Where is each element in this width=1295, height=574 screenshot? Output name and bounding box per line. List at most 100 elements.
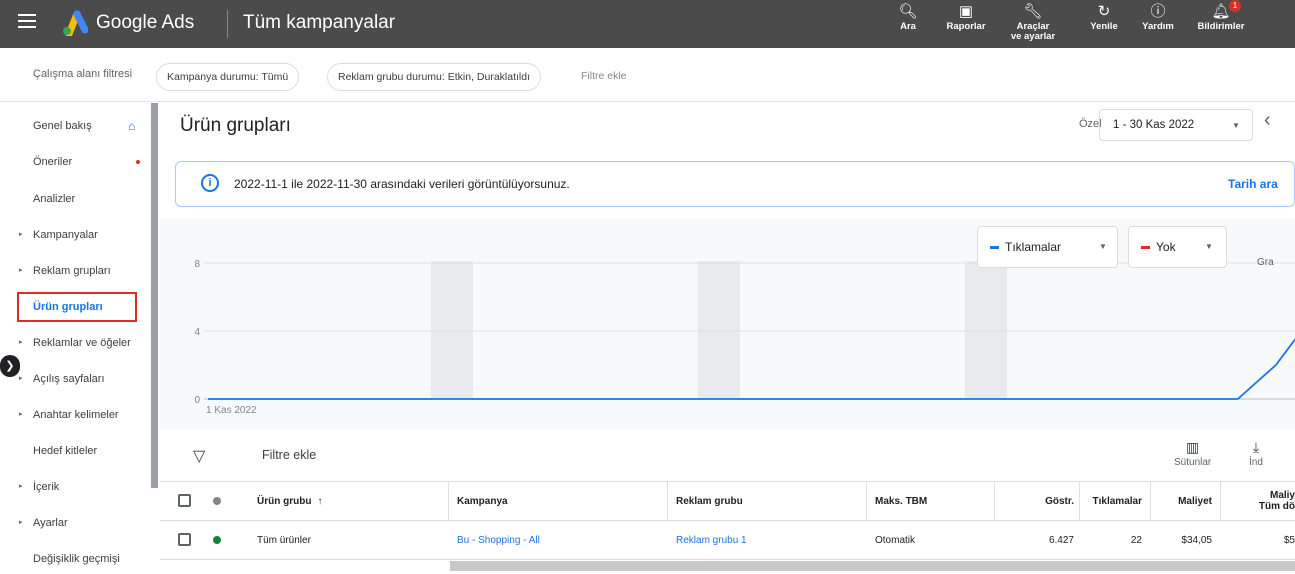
ad-group-status-chip[interactable]: Reklam grubu durumu: Etkin, Duraklatıldı xyxy=(327,63,541,91)
chart-side-label: Gra xyxy=(1257,257,1274,268)
column-header-campaign[interactable]: Kampanya xyxy=(457,482,657,520)
cell-max-cpc[interactable]: Otomatik xyxy=(875,522,985,559)
info-banner: i 2022-11-1 ile 2022-11-30 arasındaki ve… xyxy=(175,161,1295,207)
reports-icon: ▣ xyxy=(958,3,974,20)
row-checkbox[interactable] xyxy=(178,533,191,546)
cell-product-group: Tüm ürünler xyxy=(257,535,311,546)
column-header-impressions[interactable]: Göstr. xyxy=(1000,482,1074,520)
notification-badge: 1 xyxy=(1229,0,1241,12)
metric-select-none[interactable]: Yok ▼ xyxy=(1128,226,1227,268)
filter-icon[interactable]: ▽ xyxy=(193,446,205,466)
sidebar-item-keywords[interactable]: ▸ Anahtar kelimeler xyxy=(18,400,148,430)
table-header: Ürün grubu ↑ Kampanya Reklam grubu Maks.… xyxy=(160,481,1295,521)
status-dot xyxy=(213,497,221,505)
chevron-left-icon[interactable]: ‹ xyxy=(1264,109,1271,132)
top-bar: Google Ads Tüm kampanyalar 🔍︎ Ara ▣ Rapo… xyxy=(0,0,1295,48)
sidebar-item-settings[interactable]: ▸ Ayarlar xyxy=(18,508,148,538)
chevron-right-icon: ❯ xyxy=(5,360,15,372)
dropdown-arrow-icon: ▼ xyxy=(1205,242,1213,251)
add-filter-link[interactable]: Filtre ekle xyxy=(581,70,627,82)
column-header-cost[interactable]: Maliyet xyxy=(1153,482,1212,520)
bell-icon: 🔔︎ xyxy=(1211,3,1231,20)
caret-right-icon: ▸ xyxy=(19,411,23,418)
banner-message: 2022-11-1 ile 2022-11-30 arasındaki veri… xyxy=(234,177,570,191)
search-button[interactable]: 🔍︎ Ara xyxy=(897,2,919,32)
column-divider xyxy=(866,482,867,520)
column-divider xyxy=(667,482,668,520)
column-header-product-group[interactable]: Ürün grubu ↑ xyxy=(257,482,437,520)
workspace-filter-label: Çalışma alanı filtresi xyxy=(33,68,133,80)
header-title: Tüm kampanyalar xyxy=(243,12,396,33)
cell-cost: $34,05 xyxy=(1181,535,1212,546)
date-search-link[interactable]: Tarih ara xyxy=(1228,177,1278,191)
help-button[interactable]: ⓘ Yardım xyxy=(1138,2,1178,32)
table-horizontal-scrollbar[interactable] xyxy=(450,561,1295,571)
sidebar-item-campaigns[interactable]: ▸ Kampanyalar xyxy=(18,220,148,250)
sidebar-item-overview[interactable]: Genel bakış ⌂ xyxy=(18,111,148,141)
page-title: Ürün grupları xyxy=(180,115,291,136)
notifications-button[interactable]: 🔔︎ Bildirimler xyxy=(1186,2,1256,32)
column-divider xyxy=(1220,482,1221,520)
column-header-ad-group[interactable]: Reklam grubu xyxy=(676,482,856,520)
refresh-icon: ↻ xyxy=(1097,3,1111,20)
cell-impressions: 6.427 xyxy=(1048,535,1074,546)
sort-arrow-icon: ↑ xyxy=(317,495,323,507)
series-color-swatch xyxy=(1141,246,1150,249)
sidebar-item-content[interactable]: ▸ İçerik xyxy=(18,472,148,502)
sidebar-item-landing-pages[interactable]: ▸ Açılış sayfaları xyxy=(18,364,148,394)
columns-button[interactable]: ▥ Sütunlar xyxy=(1174,439,1211,468)
cell-campaign-link[interactable]: Bu - Shopping - All xyxy=(457,522,657,559)
cell-ad-group-link[interactable]: Reklam grubu 1 xyxy=(676,522,856,559)
cell-clicks: 22 xyxy=(1130,535,1142,546)
help-icon: ⓘ xyxy=(1150,3,1166,20)
campaign-status-chip[interactable]: Kampanya durumu: Tümü xyxy=(156,63,300,91)
tools-settings-button[interactable]: 🔧︎ Araçlar ve ayarlar xyxy=(1008,2,1058,42)
date-range-select[interactable]: 1 - 30 Kas 2022 ▼ xyxy=(1099,109,1253,141)
menu-icon[interactable] xyxy=(18,14,36,34)
collapse-sidebar-button[interactable]: ❯ xyxy=(0,355,20,377)
metric-select-clicks[interactable]: Tıklamalar ▼ xyxy=(977,226,1118,268)
download-icon: ⤓ xyxy=(1252,439,1260,455)
column-header-clicks[interactable]: Tıklamalar xyxy=(1080,482,1142,520)
brand-name: Google Ads xyxy=(96,12,195,33)
sidebar-item-change-history[interactable]: Değişiklik geçmişi xyxy=(18,544,148,574)
weekend-band xyxy=(964,261,1007,399)
column-header-max-cpc[interactable]: Maks. TBM xyxy=(875,482,985,520)
y-tick-label: 4 xyxy=(194,327,200,338)
reports-button[interactable]: ▣ Raporlar xyxy=(940,2,992,32)
column-divider xyxy=(448,482,449,520)
sidebar-scrollbar[interactable] xyxy=(151,103,158,488)
divider xyxy=(227,10,228,38)
series-line-clicks xyxy=(208,337,1295,400)
wrench-icon: 🔧︎ xyxy=(1023,3,1043,20)
product-groups-table: Ürün grubu ↑ Kampanya Reklam grubu Maks.… xyxy=(160,481,1295,571)
sidebar: Genel bakış ⌂ Öneriler Analizler ▸ Kampa… xyxy=(0,103,160,571)
add-filter-button[interactable]: Filtre ekle xyxy=(262,448,316,462)
weekend-band xyxy=(697,261,740,399)
search-icon: 🔍︎ xyxy=(898,3,918,20)
refresh-button[interactable]: ↻ Yenile xyxy=(1084,2,1124,32)
sidebar-item-recommendations[interactable]: Öneriler xyxy=(18,147,148,177)
table-toolbar: ▽ Filtre ekle ▥ Sütunlar ⤓ İnd xyxy=(160,429,1295,481)
dropdown-arrow-icon: ▼ xyxy=(1099,242,1107,251)
caret-right-icon: ▸ xyxy=(19,519,23,526)
weekend-band xyxy=(430,261,473,399)
columns-icon: ▥ xyxy=(1186,439,1200,455)
sidebar-item-ads-assets[interactable]: ▸ Reklamlar ve öğeler xyxy=(18,328,148,358)
sidebar-item-ad-groups[interactable]: ▸ Reklam grupları xyxy=(18,256,148,286)
caret-right-icon: ▸ xyxy=(19,483,23,490)
dropdown-arrow-icon: ▼ xyxy=(1232,121,1240,130)
date-range-value: 1 - 30 Kas 2022 xyxy=(1113,119,1195,131)
select-all-checkbox[interactable] xyxy=(178,494,191,507)
table-row: Tüm ürünler Bu - Shopping - All Reklam g… xyxy=(160,522,1295,560)
column-divider xyxy=(1150,482,1151,520)
status-dot-enabled xyxy=(213,536,221,544)
sidebar-item-product-groups[interactable]: Ürün grupları xyxy=(17,292,137,322)
caret-right-icon: ▸ xyxy=(19,339,23,346)
caret-right-icon: ▸ xyxy=(19,267,23,274)
column-header-cost-all-conv[interactable]: Maliy Tüm dö xyxy=(1250,482,1295,520)
download-button[interactable]: ⤓ İnd xyxy=(1249,439,1263,468)
main-content: Ürün grupları Özel 1 - 30 Kas 2022 ▼ ‹ i… xyxy=(160,103,1295,571)
sidebar-item-insights[interactable]: Analizler xyxy=(18,184,148,214)
sidebar-item-audiences[interactable]: Hedef kitleler xyxy=(18,436,148,466)
